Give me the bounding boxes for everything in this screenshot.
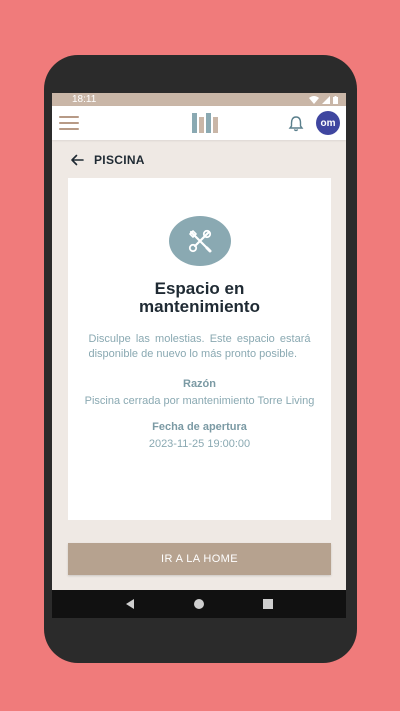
reason-value: Piscina cerrada por mantenimiento Torre … xyxy=(84,395,315,407)
card-title: Espacio en mantenimiento xyxy=(139,279,260,316)
status-bar: 18:11 xyxy=(52,93,346,106)
tools-icon-circle xyxy=(168,216,231,266)
nav-home-icon[interactable] xyxy=(193,599,204,609)
opening-date-label: Fecha de apertura xyxy=(152,421,247,433)
card-message: Disculpe las molestias. Este espacio est… xyxy=(88,333,311,360)
bell-icon[interactable] xyxy=(288,115,304,132)
avatar[interactable]: om xyxy=(316,111,340,135)
back-arrow-icon[interactable] xyxy=(70,154,84,166)
android-nav-bar xyxy=(52,590,346,618)
tools-icon xyxy=(188,229,211,253)
go-home-button[interactable]: IR A LA HOME xyxy=(68,543,331,575)
app-logo xyxy=(191,113,218,133)
maintenance-card: Espacio en mantenimiento Disculpe las mo… xyxy=(68,178,331,520)
battery-icon xyxy=(333,95,338,104)
nav-recent-apps-icon[interactable] xyxy=(262,599,273,609)
menu-icon[interactable] xyxy=(59,116,79,130)
app-bar: om xyxy=(52,106,346,140)
reason-label: Razón xyxy=(183,378,216,390)
page-header: PISCINA xyxy=(52,140,346,180)
app-screen: 18:11 om PISCINA Espacio en mantenimient… xyxy=(52,93,346,618)
page-title: PISCINA xyxy=(94,153,145,167)
status-time: 18:11 xyxy=(72,94,97,105)
status-icons xyxy=(309,95,338,104)
signal-icon xyxy=(322,95,330,104)
nav-back-icon[interactable] xyxy=(125,599,135,609)
wifi-icon xyxy=(309,95,319,104)
opening-date-value: 2023-11-25 19:00:00 xyxy=(148,438,251,450)
avatar-initials: om xyxy=(320,117,336,129)
